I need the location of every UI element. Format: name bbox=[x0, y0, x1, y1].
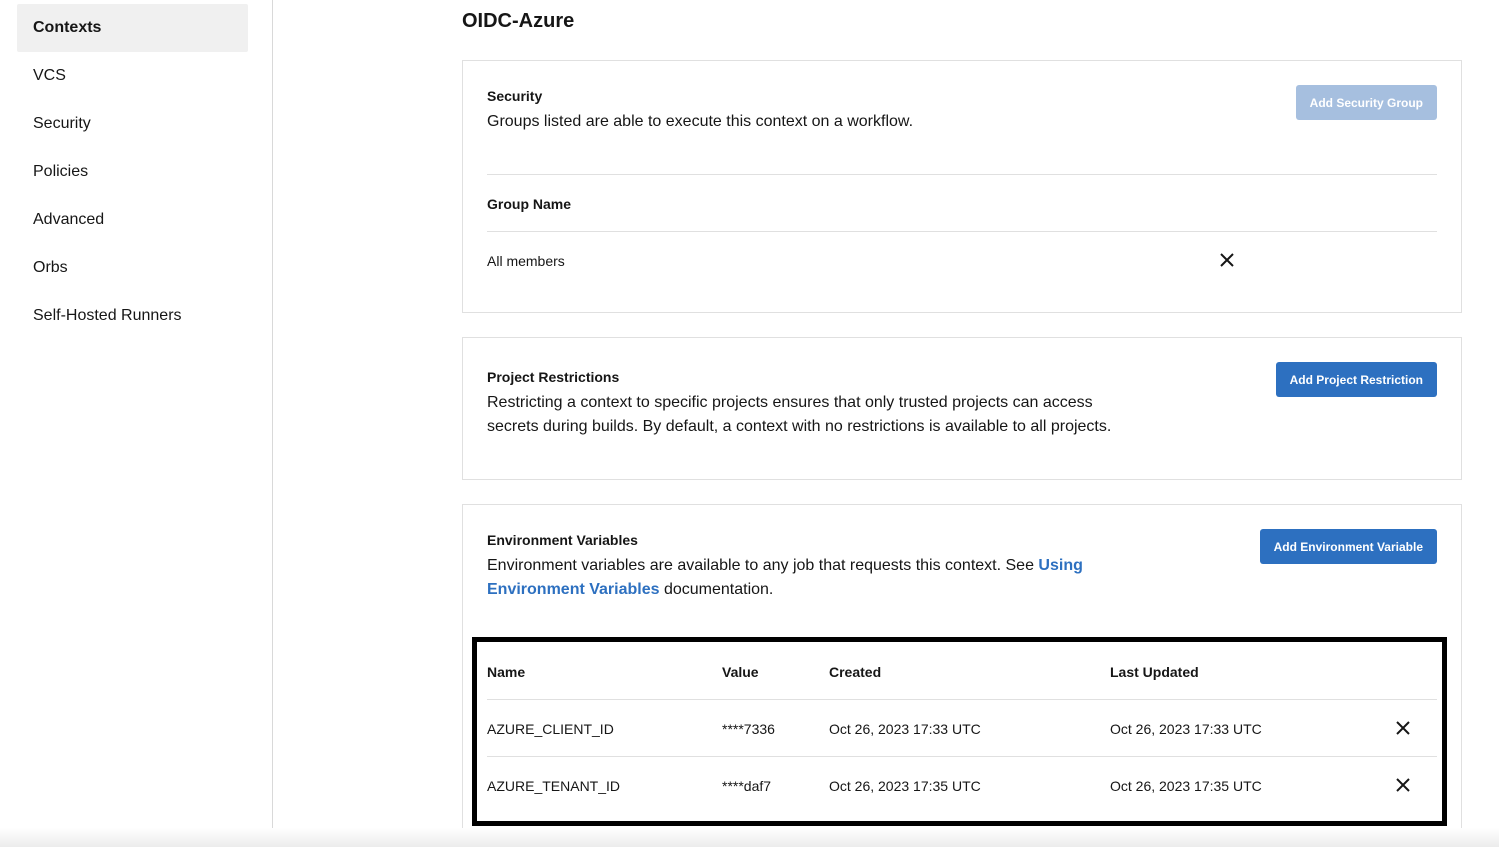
delete-env-var-close-icon[interactable] bbox=[1393, 775, 1413, 795]
description-text-end: documentation. bbox=[659, 581, 774, 598]
value-column-header: Value bbox=[722, 664, 759, 680]
add-security-group-button[interactable]: Add Security Group bbox=[1295, 85, 1437, 120]
name-column-header: Name bbox=[487, 664, 526, 680]
add-environment-variable-button[interactable]: Add Environment Variable bbox=[1259, 529, 1437, 564]
add-project-restriction-button[interactable]: Add Project Restriction bbox=[1275, 362, 1437, 397]
divider bbox=[487, 231, 1437, 232]
delete-env-var-close-icon[interactable] bbox=[1393, 718, 1413, 738]
created-column-header: Created bbox=[829, 664, 882, 680]
env-var-value: ****7336 bbox=[722, 721, 775, 737]
sidebar-item-self-hosted-runners[interactable]: Self-Hosted Runners bbox=[17, 292, 248, 340]
env-var-last-updated: Oct 26, 2023 17:33 UTC bbox=[1110, 721, 1262, 737]
project-restrictions-title: Project Restrictions bbox=[487, 369, 620, 385]
security-title: Security bbox=[487, 88, 543, 104]
env-var-last-updated: Oct 26, 2023 17:35 UTC bbox=[1110, 778, 1262, 794]
environment-variables-card: Environment Variables Environment variab… bbox=[462, 504, 1462, 838]
group-name-header: Group Name bbox=[487, 196, 572, 212]
env-var-value: ****daf7 bbox=[722, 778, 772, 794]
project-restrictions-description: Restricting a context to specific projec… bbox=[487, 394, 1112, 435]
environment-variables-title: Environment Variables bbox=[487, 532, 638, 548]
env-var-created: Oct 26, 2023 17:35 UTC bbox=[829, 778, 981, 794]
sidebar-item-orbs[interactable]: Orbs bbox=[17, 244, 248, 292]
divider bbox=[487, 699, 1437, 700]
sidebar-item-security[interactable]: Security bbox=[17, 100, 248, 148]
remove-group-close-icon[interactable] bbox=[1217, 250, 1237, 270]
sidebar-nav: Contexts VCS Security Policies Advanced … bbox=[0, 0, 273, 830]
sidebar-item-advanced[interactable]: Advanced bbox=[17, 196, 248, 244]
env-var-created: Oct 26, 2023 17:33 UTC bbox=[829, 721, 981, 737]
divider bbox=[487, 756, 1437, 757]
sidebar-item-contexts[interactable]: Contexts bbox=[17, 4, 248, 52]
env-var-name: AZURE_TENANT_ID bbox=[487, 778, 621, 794]
security-description: Groups listed are able to execute this c… bbox=[487, 113, 914, 130]
page-title: OIDC-Azure bbox=[462, 10, 575, 32]
environment-variables-description: Environment variables are available to a… bbox=[487, 554, 1087, 602]
group-name-cell: All members bbox=[487, 253, 565, 269]
divider bbox=[487, 174, 1437, 175]
sidebar-item-vcs[interactable]: VCS bbox=[17, 52, 248, 100]
last-updated-column-header: Last Updated bbox=[1110, 664, 1199, 680]
bottom-fade bbox=[0, 828, 1499, 847]
security-card: Security Groups listed are able to execu… bbox=[462, 60, 1462, 313]
sidebar-item-policies[interactable]: Policies bbox=[17, 148, 248, 196]
env-var-name: AZURE_CLIENT_ID bbox=[487, 721, 614, 737]
project-restrictions-card: Project Restrictions Restricting a conte… bbox=[462, 337, 1462, 480]
description-text: Environment variables are available to a… bbox=[487, 557, 1039, 574]
